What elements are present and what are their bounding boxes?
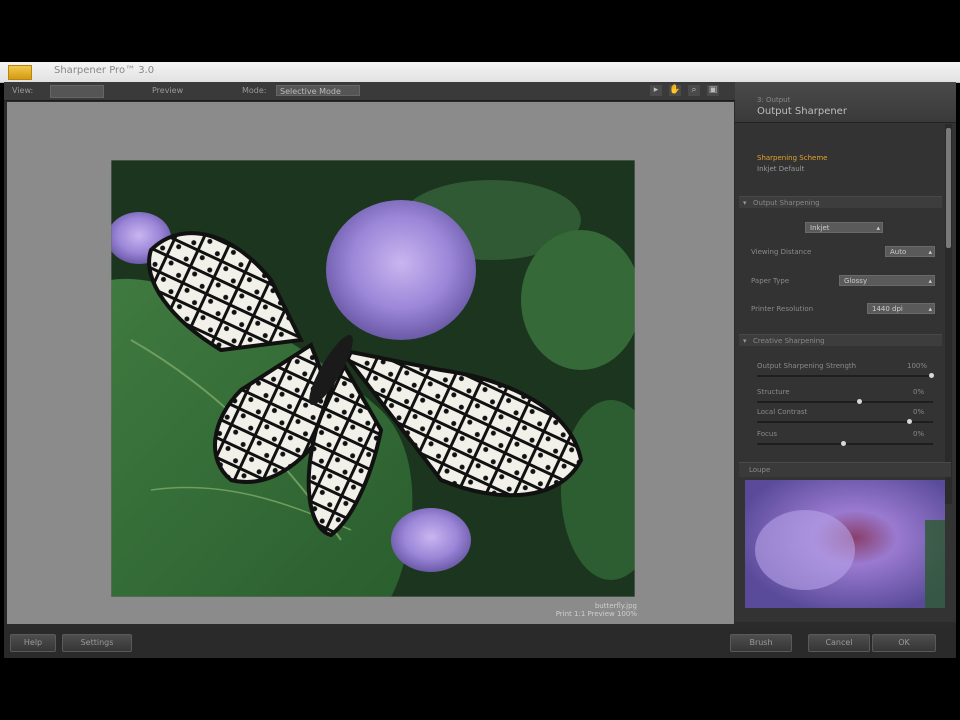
butterfly-image — [111, 160, 635, 597]
focus-knob[interactable] — [841, 441, 846, 446]
loupe-label: Loupe — [749, 466, 771, 474]
app-window: View: Preview Mode: Selective Mode ▸ ✋ ⌕… — [4, 82, 956, 658]
local-contrast-value: 0% — [913, 408, 925, 416]
image-canvas[interactable]: butterfly.jpg Print 1:1 Preview 100% — [7, 102, 734, 624]
bottom-bar: Help Settings Brush Cancel OK — [4, 626, 956, 658]
output-strength-knob[interactable] — [929, 373, 934, 378]
output-strength-label: Output Sharpening Strength — [757, 362, 857, 370]
settings-panel: 3: Output Output Sharpener Sharpening Sc… — [735, 82, 956, 622]
creative-sharpening-section[interactable]: Creative Sharpening — [739, 334, 942, 347]
viewing-distance-label: Viewing Distance — [751, 248, 812, 256]
view-label: View: — [12, 86, 34, 95]
butterfly-photo — [111, 160, 635, 597]
preview-checkbox[interactable]: Preview — [152, 86, 183, 95]
panel-header: 3: Output Output Sharpener — [735, 82, 956, 123]
output-type-dropdown[interactable]: Inkjet — [805, 222, 883, 234]
loupe-header[interactable]: Loupe — [739, 462, 951, 477]
cancel-button[interactable]: Cancel — [808, 634, 870, 652]
window-titlebar: Sharpener Pro™ 3.0 — [0, 62, 960, 83]
hand-tool-icon[interactable]: ✋ — [669, 85, 681, 96]
focus-value: 0% — [913, 430, 925, 438]
photo-caption: butterfly.jpg Print 1:1 Preview 100% — [467, 602, 637, 618]
sharpening-scheme-value[interactable]: Inkjet Default — [757, 165, 804, 173]
photo-filename: butterfly.jpg — [594, 602, 637, 610]
mode-dropdown[interactable]: Selective Mode — [276, 85, 360, 96]
structure-knob[interactable] — [857, 399, 862, 404]
paper-type-label: Paper Type — [751, 277, 790, 285]
photo-preview-info: Print 1:1 Preview 100% — [555, 610, 637, 618]
settings-button[interactable]: Settings — [62, 634, 132, 652]
window-title: Sharpener Pro™ 3.0 — [54, 65, 155, 76]
app-logo-icon — [8, 65, 32, 80]
view-mode-selector[interactable] — [50, 85, 104, 98]
help-button[interactable]: Help — [10, 634, 56, 652]
zoom-tool-icon[interactable]: ⌕ — [688, 85, 700, 96]
local-contrast-label: Local Contrast — [757, 408, 808, 416]
focus-label: Focus — [757, 430, 777, 438]
local-contrast-knob[interactable] — [907, 419, 912, 424]
mode-label: Mode: — [242, 86, 267, 95]
sharpening-scheme-label: Sharpening Scheme — [757, 154, 828, 162]
output-strength-slider[interactable] — [757, 375, 933, 377]
panel-scrollbar[interactable] — [945, 124, 952, 504]
panel-title: Output Sharpener — [757, 106, 847, 117]
structure-value: 0% — [913, 388, 925, 396]
output-sharpening-section[interactable]: Output Sharpening — [739, 196, 942, 209]
loupe-preview[interactable] — [745, 480, 945, 608]
viewing-distance-dropdown[interactable]: Auto — [885, 246, 935, 258]
ok-button[interactable]: OK — [872, 634, 936, 652]
output-strength-value: 100% — [907, 362, 928, 370]
panel-subtitle: 3: Output — [757, 96, 791, 104]
structure-slider[interactable] — [757, 401, 933, 403]
arrow-tool-icon[interactable]: ▸ — [650, 85, 662, 96]
panel-scrollbar-thumb[interactable] — [946, 128, 951, 248]
loupe-image — [745, 480, 945, 608]
paper-type-dropdown[interactable]: Glossy — [839, 275, 935, 287]
compare-tool-icon[interactable]: ▣ — [707, 85, 719, 96]
printer-resolution-label: Printer Resolution — [751, 305, 814, 313]
structure-label: Structure — [757, 388, 790, 396]
printer-resolution-dropdown[interactable]: 1440 dpi — [867, 303, 935, 315]
brush-button[interactable]: Brush — [730, 634, 792, 652]
